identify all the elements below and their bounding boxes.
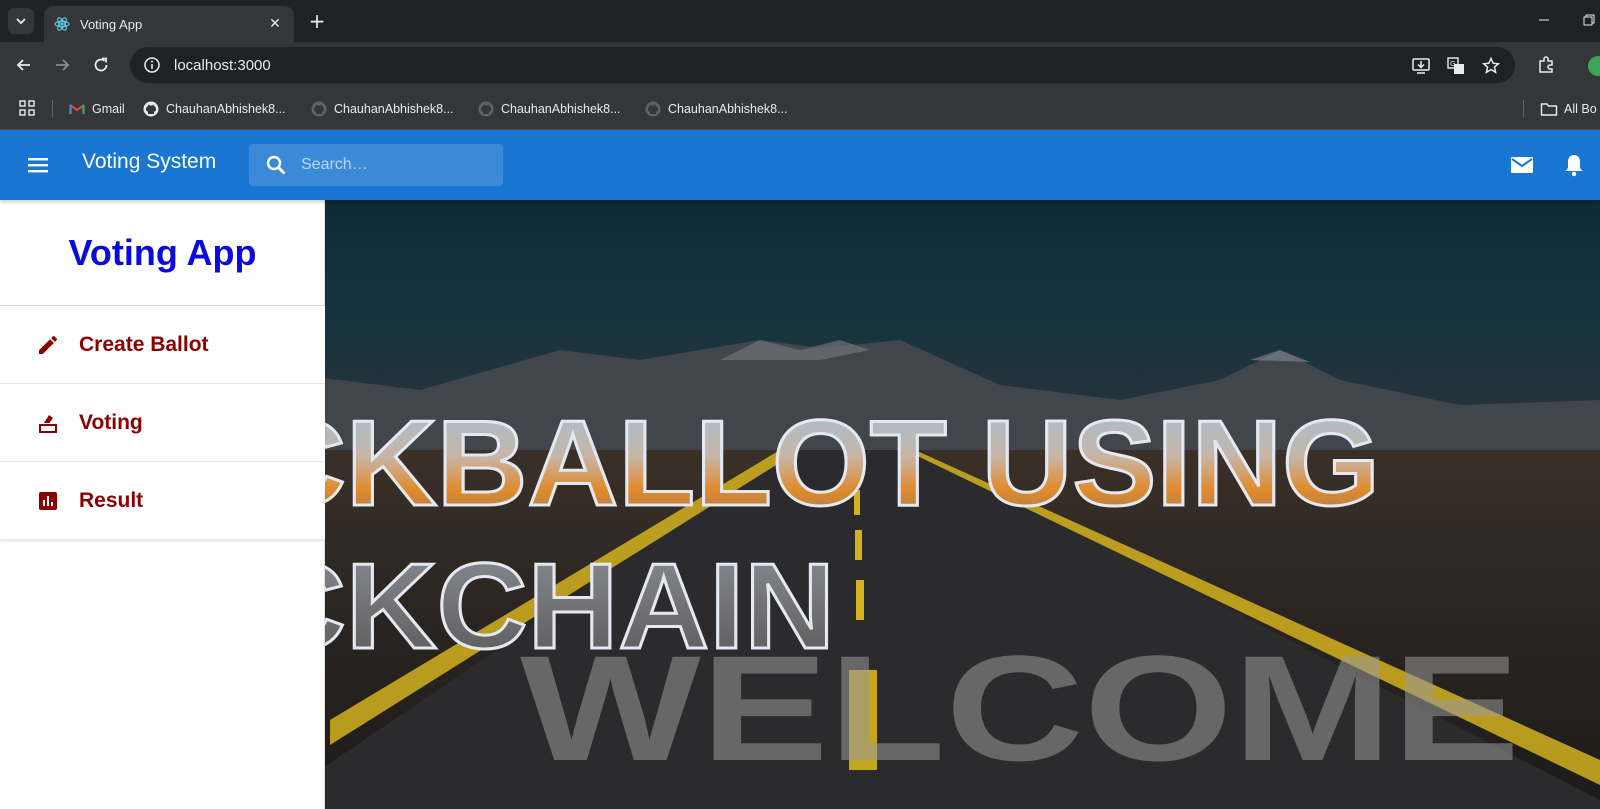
bookmark-github-3[interactable]: ChauhanAbhishek8... <box>478 97 621 121</box>
mail-button[interactable] <box>1508 151 1536 179</box>
sidebar-item-voting[interactable]: Voting <box>0 384 325 462</box>
github-icon <box>478 101 494 117</box>
translate-icon[interactable]: G <box>1445 55 1467 77</box>
sidebar-item-create-ballot[interactable]: Create Ballot <box>0 306 325 384</box>
bookmark-label: ChauhanAbhishek8... <box>501 102 621 116</box>
hero-headline-line2: CKCHAIN <box>255 538 835 674</box>
menu-button[interactable] <box>24 151 52 179</box>
sidebar-item-label: Create Ballot <box>79 332 209 356</box>
gmail-icon <box>69 101 85 117</box>
notifications-button[interactable] <box>1560 151 1588 179</box>
apps-grid-icon[interactable] <box>18 99 38 119</box>
bookmark-gmail[interactable]: Gmail <box>69 97 125 121</box>
browser-tab-bar: Voting App ✕ + <box>0 0 1600 42</box>
address-bar[interactable]: localhost:3000 G <box>130 47 1515 83</box>
tab-search-button[interactable] <box>8 8 34 34</box>
ballot-box-icon <box>35 410 61 436</box>
github-icon <box>645 101 661 117</box>
sidebar-item-label: Voting <box>79 410 143 434</box>
bookmark-separator <box>1523 100 1524 118</box>
bookmark-github-1[interactable]: ChauhanAbhishek8... <box>143 97 286 121</box>
search-input[interactable] <box>301 144 496 186</box>
bookmark-label: ChauhanAbhishek8... <box>166 102 286 116</box>
install-app-icon[interactable] <box>1410 55 1432 77</box>
sidebar-title: Voting App <box>68 232 257 273</box>
chevron-down-icon <box>16 18 26 25</box>
bookmark-label: ChauhanAbhishek8... <box>668 102 788 116</box>
react-logo-icon <box>54 16 70 32</box>
bookmark-label: Gmail <box>92 102 125 116</box>
forward-button[interactable] <box>50 53 74 77</box>
restore-icon[interactable] <box>1580 8 1600 32</box>
sidebar-item-result[interactable]: Result <box>0 462 325 540</box>
sidebar-drawer: Voting App Create Ballot Voting Result <box>0 200 325 809</box>
bookmarks-bar: Gmail ChauhanAbhishek8... ChauhanAbhishe… <box>0 88 1600 130</box>
browser-toolbar: localhost:3000 G <box>0 42 1600 88</box>
close-icon[interactable]: ✕ <box>266 16 284 32</box>
app-title: Voting System <box>82 150 217 173</box>
tab-title: Voting App <box>80 16 143 32</box>
site-info-icon[interactable] <box>142 55 162 75</box>
minimize-icon[interactable] <box>1534 8 1554 32</box>
sidebar-item-label: Result <box>79 488 144 512</box>
bookmark-separator <box>52 100 53 118</box>
github-icon <box>311 101 327 117</box>
mail-icon <box>1511 157 1533 173</box>
browser-tab[interactable]: Voting App ✕ <box>44 6 294 42</box>
hamburger-menu-icon <box>28 158 48 173</box>
all-bookmarks-label: All Bo <box>1564 102 1597 116</box>
bell-icon <box>1565 155 1583 177</box>
bar-chart-icon <box>35 488 61 514</box>
extensions-icon[interactable] <box>1534 53 1558 77</box>
arrow-right-icon <box>56 59 70 71</box>
folder-icon <box>1540 103 1558 116</box>
app-bar: Voting System <box>0 130 1600 200</box>
search-box <box>249 144 503 186</box>
search-icon <box>266 155 286 175</box>
new-tab-button[interactable]: + <box>305 10 329 34</box>
reload-button[interactable] <box>89 53 113 77</box>
bookmark-github-2[interactable]: ChauhanAbhishek8... <box>311 97 454 121</box>
arrow-left-icon <box>16 59 30 71</box>
star-icon[interactable] <box>1480 55 1502 77</box>
reload-icon <box>94 57 108 72</box>
pencil-icon <box>35 332 61 358</box>
bookmark-github-4[interactable]: ChauhanAbhishek8... <box>645 97 788 121</box>
svg-text:G: G <box>1450 60 1455 68</box>
app-viewport: Voting System Search… WELCOME CKBALLOT U… <box>0 130 1600 809</box>
hero-headline-line1: CKBALLOT USING <box>255 395 1380 531</box>
github-icon <box>143 101 159 117</box>
all-bookmarks-folder[interactable]: All Bo <box>1540 97 1597 121</box>
back-button[interactable] <box>12 53 36 77</box>
url-text: localhost:3000 <box>174 56 271 74</box>
bookmark-label: ChauhanAbhishek8... <box>334 102 454 116</box>
